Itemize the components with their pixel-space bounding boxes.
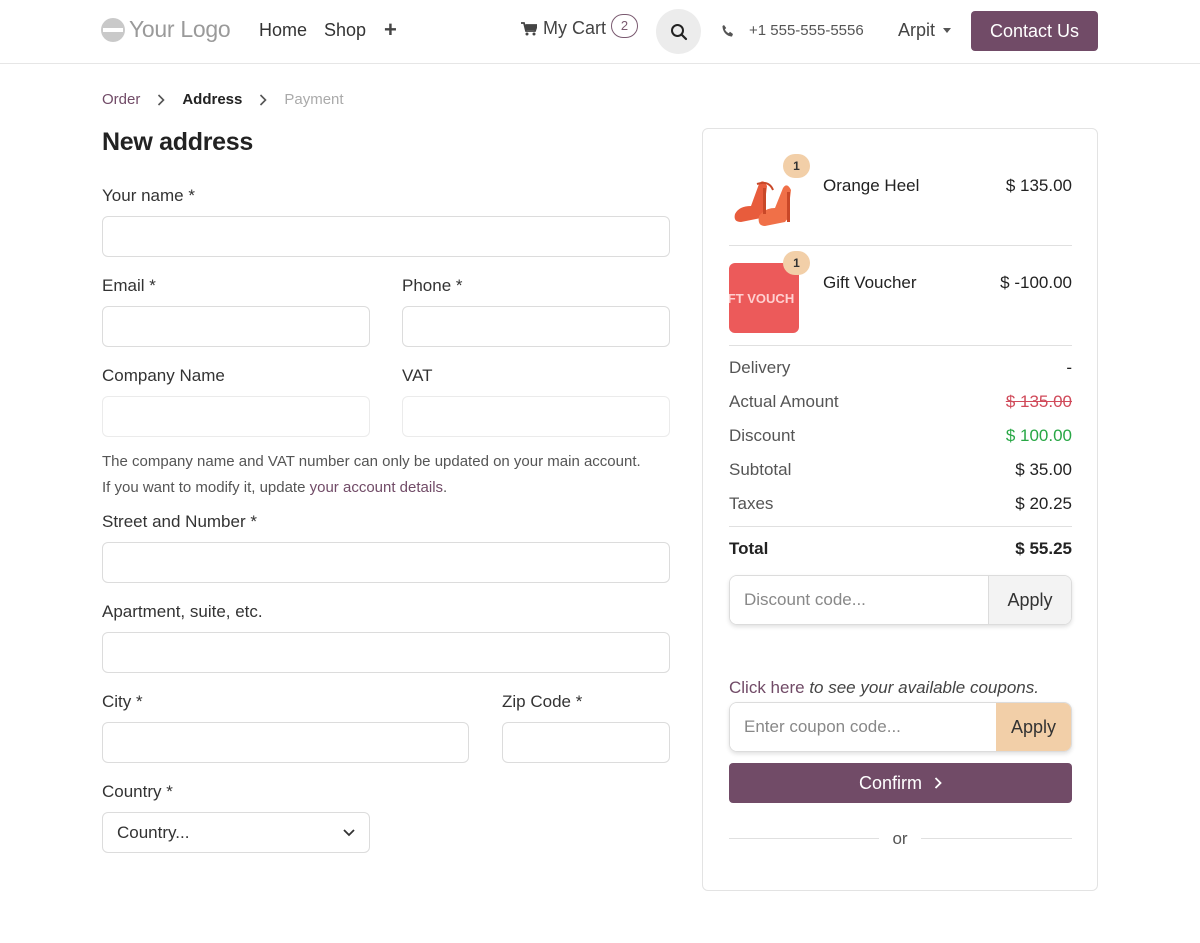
- total-row: Total $ 55.25: [729, 539, 1072, 559]
- city-label: City *: [102, 692, 143, 711]
- help-text-end: .: [443, 479, 448, 496]
- name-input[interactable]: [102, 216, 670, 257]
- company-help-text: The company name and VAT number can only…: [102, 449, 642, 501]
- checkout-breadcrumb: Order Address Payment: [102, 91, 344, 108]
- apartment-input[interactable]: [102, 632, 670, 673]
- coupon-code-group: Enter coupon code... Apply: [729, 702, 1072, 752]
- divider: [729, 526, 1072, 527]
- discount-value: $ 100.00: [1005, 426, 1072, 445]
- coupon-code-input[interactable]: Enter coupon code...: [730, 703, 996, 751]
- caret-down-icon: [943, 28, 952, 33]
- logo[interactable]: Your Logo: [101, 16, 231, 43]
- divider: [729, 345, 1072, 346]
- vat-label: VAT: [402, 366, 433, 385]
- subtotal-row: Subtotal $ 35.00: [729, 460, 1072, 480]
- delivery-label: Delivery: [729, 358, 791, 377]
- subtotal-value: $ 35.00: [1015, 460, 1072, 479]
- confirm-button[interactable]: Confirm: [729, 763, 1072, 803]
- cart-item: 1 Orange Heel $ 135.00: [729, 154, 1072, 266]
- company-label: Company Name: [102, 366, 225, 385]
- taxes-label: Taxes: [729, 494, 774, 513]
- item-name[interactable]: Orange Heel: [823, 176, 919, 196]
- nav-add-icon[interactable]: +: [384, 17, 397, 43]
- breadcrumb-payment: Payment: [284, 91, 344, 108]
- contact-us-button[interactable]: Contact Us: [971, 11, 1098, 51]
- zip-label: Zip Code *: [502, 692, 583, 711]
- apply-discount-button[interactable]: Apply: [988, 576, 1071, 624]
- discount-code-input[interactable]: Discount code...: [730, 576, 988, 624]
- email-label: Email *: [102, 276, 156, 295]
- total-value: $ 55.25: [1015, 539, 1072, 558]
- divider: [729, 245, 1072, 246]
- taxes-value: $ 20.25: [1015, 494, 1072, 513]
- apartment-label: Apartment, suite, etc.: [102, 602, 263, 621]
- item-price: $ -100.00: [1000, 273, 1072, 292]
- subtotal-label: Subtotal: [729, 460, 792, 479]
- nav-shop[interactable]: Shop: [324, 20, 366, 41]
- name-label: Your name *: [102, 186, 195, 205]
- street-input[interactable]: [102, 542, 670, 583]
- top-navbar: Your Logo Home Shop + My Cart 2 +1 555-5…: [0, 0, 1200, 64]
- actual-amount-label: Actual Amount: [729, 392, 839, 411]
- breadcrumb-address: Address: [182, 91, 243, 108]
- vat-input[interactable]: [402, 396, 670, 437]
- user-name: Arpit: [898, 20, 936, 40]
- phone-number: +1 555-555-5556: [749, 22, 864, 39]
- account-details-link[interactable]: your account details: [310, 479, 443, 496]
- item-name[interactable]: Gift Voucher: [823, 273, 917, 293]
- chevron-right-icon: [259, 93, 268, 106]
- order-summary-card: 1 Orange Heel $ 135.00 FT VOUCH 1 Gift V…: [702, 128, 1098, 891]
- chevron-down-icon: [343, 828, 355, 836]
- logo-text: Your Logo: [129, 16, 231, 42]
- phone-label: Phone *: [402, 276, 463, 295]
- quantity-badge: 1: [783, 154, 810, 178]
- search-button[interactable]: [656, 9, 701, 54]
- chevron-right-icon: [934, 777, 942, 789]
- phone-input[interactable]: [402, 306, 670, 347]
- discount-code-group: Discount code... Apply: [729, 575, 1072, 625]
- apply-coupon-button[interactable]: Apply: [996, 703, 1071, 751]
- search-icon: [670, 23, 687, 40]
- discount-label: Discount: [729, 426, 796, 445]
- nav-home[interactable]: Home: [259, 20, 307, 41]
- cart-item: FT VOUCH 1 Gift Voucher $ -100.00: [729, 251, 1072, 363]
- user-menu[interactable]: Arpit: [898, 20, 952, 41]
- cart-link[interactable]: My Cart: [521, 18, 606, 39]
- discount-row: Discount $ 100.00: [729, 426, 1072, 446]
- email-input[interactable]: [102, 306, 370, 347]
- coupon-hint: Click here to see your available coupons…: [729, 678, 1039, 698]
- actual-amount-value: $ 135.00: [1005, 392, 1072, 411]
- confirm-label: Confirm: [858, 772, 922, 793]
- or-label: or: [879, 829, 921, 849]
- item-price: $ 135.00: [1005, 176, 1072, 195]
- coupon-hint-text: to see your available coupons.: [804, 678, 1039, 697]
- phone-link[interactable]: +1 555-555-5556: [721, 22, 864, 39]
- company-input[interactable]: [102, 396, 370, 437]
- country-label: Country *: [102, 782, 173, 801]
- zip-input[interactable]: [502, 722, 670, 763]
- coupons-link[interactable]: Click here: [729, 678, 805, 697]
- country-select[interactable]: Country...: [102, 812, 370, 853]
- cart-icon: [521, 21, 537, 36]
- total-label: Total: [729, 539, 769, 558]
- page-title: New address: [102, 128, 253, 156]
- delivery-value: -: [1066, 358, 1072, 377]
- street-label: Street and Number *: [102, 512, 257, 531]
- breadcrumb-order[interactable]: Order: [102, 91, 140, 108]
- quantity-badge: 1: [783, 251, 810, 275]
- chevron-right-icon: [157, 93, 165, 106]
- cart-count-badge: 2: [611, 14, 638, 38]
- delivery-row: Delivery -: [729, 358, 1072, 378]
- country-select-value: Country...: [117, 822, 190, 842]
- city-input[interactable]: [102, 722, 469, 763]
- voucher-thumb-text: FT VOUCH: [729, 290, 795, 306]
- cart-label: My Cart: [543, 18, 606, 38]
- taxes-row: Taxes $ 20.25: [729, 494, 1072, 514]
- logo-icon: [101, 17, 125, 42]
- phone-icon: [722, 24, 733, 36]
- actual-amount-row: Actual Amount $ 135.00: [729, 392, 1072, 412]
